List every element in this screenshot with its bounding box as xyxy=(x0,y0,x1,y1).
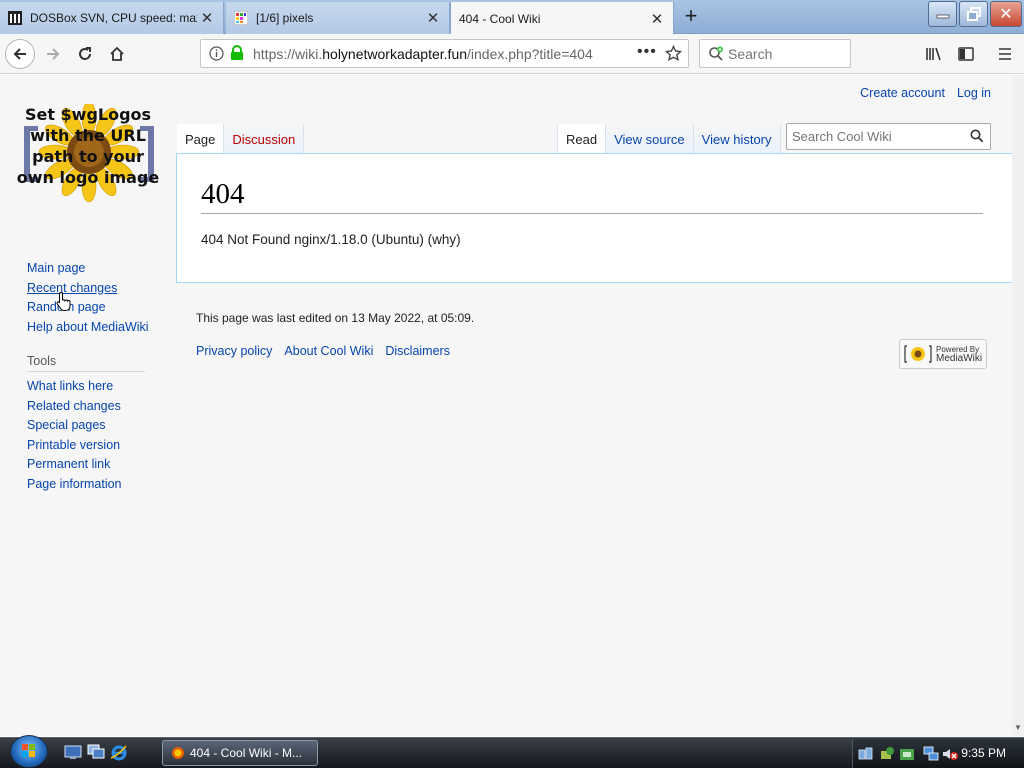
home-button[interactable] xyxy=(102,39,132,69)
library-button[interactable] xyxy=(919,39,949,69)
close-icon[interactable]: ✕ xyxy=(423,9,443,27)
volume-muted-icon[interactable] xyxy=(941,745,959,768)
new-tab-button[interactable]: + xyxy=(678,3,704,29)
taskbar-window-title: 404 - Cool Wiki - M... xyxy=(190,746,303,760)
url-text: https://wiki.holynetworkadapter.fun/inde… xyxy=(253,45,593,62)
reload-button[interactable] xyxy=(70,39,100,69)
reload-icon xyxy=(79,47,91,60)
menu-button[interactable] xyxy=(990,39,1020,69)
privacy-policy-link[interactable]: Privacy policy xyxy=(196,344,272,358)
log-in-link[interactable]: Log in xyxy=(957,86,991,100)
sidebar-icon xyxy=(958,47,974,61)
footer-links: Privacy policy About Cool Wiki Disclaime… xyxy=(196,344,450,358)
browser-search-box[interactable] xyxy=(699,39,851,68)
network-icon[interactable] xyxy=(858,746,874,767)
address-bar[interactable]: https://wiki.holynetworkadapter.fun/inde… xyxy=(200,39,689,68)
taskbar-window-button[interactable]: 404 - Cool Wiki - M... xyxy=(162,740,318,766)
tools-heading: Tools xyxy=(27,354,145,372)
windows-logo-icon xyxy=(22,744,35,757)
wiki-search-input[interactable] xyxy=(792,129,967,144)
library-icon xyxy=(926,47,941,61)
scroll-down-arrow-icon[interactable]: ▼ xyxy=(1014,723,1022,732)
sidebar-item-related-changes[interactable]: Related changes xyxy=(27,397,122,417)
bookmark-star-icon[interactable] xyxy=(664,44,683,67)
tab-view-history[interactable]: View history xyxy=(693,124,781,154)
namespace-tabs: Page Discussion xyxy=(177,124,305,154)
browser-tab-title: [1/6] pixels xyxy=(256,11,314,25)
sidebar-item-help[interactable]: Help about MediaWiki xyxy=(27,318,149,338)
arrow-right-icon xyxy=(47,48,60,60)
browser-tab-cool-wiki[interactable]: 404 - Cool Wiki ✕ xyxy=(450,2,674,35)
tab-read[interactable]: Read xyxy=(557,124,607,154)
building-columns-icon xyxy=(8,11,22,25)
minimize-button[interactable] xyxy=(928,1,957,27)
start-button[interactable] xyxy=(10,735,48,768)
disclaimers-link[interactable]: Disclaimers xyxy=(385,344,450,358)
powered-by-mediawiki-badge[interactable]: Powered By MediaWiki xyxy=(899,339,987,369)
sidebar-tools: What links here Related changes Special … xyxy=(27,377,122,494)
tab-strip: DOSBox SVN, CPU speed: max 100% cycles ✕… xyxy=(0,0,1024,35)
sidebar-item-permanent-link[interactable]: Permanent link xyxy=(27,455,122,475)
hamburger-menu-icon xyxy=(999,48,1011,60)
browser-search-input[interactable] xyxy=(728,45,838,62)
mediawiki-logo-icon xyxy=(904,343,932,365)
powered-by-text: Powered By MediaWiki xyxy=(936,345,983,364)
tab-discussion[interactable]: Discussion xyxy=(224,124,305,154)
page-actions-button[interactable]: ••• xyxy=(637,43,657,61)
sidebar-toggle-button[interactable] xyxy=(951,39,981,69)
hand-pointer-cursor-icon xyxy=(56,291,72,311)
info-icon[interactable] xyxy=(209,46,224,66)
browser-tab-pixels[interactable]: [1/6] pixels ✕ xyxy=(226,2,450,34)
navigation-toolbar: https://wiki.holynetworkadapter.fun/inde… xyxy=(0,34,1024,74)
page-title: 404 xyxy=(201,178,983,214)
forward-button[interactable] xyxy=(38,39,68,69)
sidebar-item-page-information[interactable]: Page information xyxy=(27,475,122,495)
browser-tab-title: 404 - Cool Wiki xyxy=(459,11,541,26)
sidebar-item-main-page[interactable]: Main page xyxy=(27,259,149,279)
sidebar-item-printable-version[interactable]: Printable version xyxy=(27,436,122,456)
sidebar-item-random-page[interactable]: Random page xyxy=(27,298,149,318)
search-icon xyxy=(708,46,724,62)
search-icon[interactable] xyxy=(970,129,984,148)
tab-view-source[interactable]: View source xyxy=(606,124,694,154)
close-window-button[interactable]: ✕ xyxy=(990,1,1022,27)
page-body-text: 404 Not Found nginx/1.18.0 (Ubuntu) (why… xyxy=(201,232,461,247)
grid-icon xyxy=(234,11,248,25)
lock-icon[interactable] xyxy=(230,45,244,66)
logo-placeholder-text: Set $wgLogos with the URL path to your o… xyxy=(16,105,160,187)
safely-remove-hardware-icon[interactable] xyxy=(879,746,895,767)
wiki-search-box[interactable] xyxy=(786,123,991,150)
vertical-scrollbar[interactable]: ▼ xyxy=(1012,75,1024,736)
tab-page[interactable]: Page xyxy=(177,124,225,154)
show-desktop-icon[interactable] xyxy=(64,744,82,760)
firefox-icon xyxy=(171,746,185,760)
internet-explorer-icon[interactable] xyxy=(110,744,128,761)
taskbar-clock: 9:35 PM xyxy=(961,746,1006,760)
personal-tools: Create account Log in xyxy=(860,86,991,100)
sidebar-item-special-pages[interactable]: Special pages xyxy=(27,416,122,436)
restore-button[interactable] xyxy=(959,1,988,27)
window-controls: ✕ xyxy=(926,1,1022,27)
close-icon[interactable]: ✕ xyxy=(197,9,217,27)
arrow-left-icon xyxy=(13,48,26,60)
security-center-icon[interactable] xyxy=(899,746,915,767)
sidebar-navigation: Main page Recent changes Random page Hel… xyxy=(27,259,149,337)
browser-tab-dosbox[interactable]: DOSBox SVN, CPU speed: max 100% cycles ✕ xyxy=(0,2,224,34)
browser-tab-title: DOSBox SVN, CPU speed: max 100% cycles xyxy=(30,11,197,25)
create-account-link[interactable]: Create account xyxy=(860,86,945,100)
last-modified-text: This page was last edited on 13 May 2022… xyxy=(196,311,475,325)
switch-windows-icon[interactable] xyxy=(87,744,105,760)
network-connection-icon[interactable] xyxy=(923,746,939,767)
sidebar-item-recent-changes[interactable]: Recent changes xyxy=(27,279,149,299)
sidebar-item-what-links-here[interactable]: What links here xyxy=(27,377,122,397)
about-link[interactable]: About Cool Wiki xyxy=(284,344,373,358)
content-area: 404 404 Not Found nginx/1.18.0 (Ubuntu) … xyxy=(176,153,1012,283)
back-button[interactable] xyxy=(5,39,35,69)
home-icon xyxy=(110,46,124,61)
view-tabs: Read View source View history xyxy=(557,124,781,154)
close-icon[interactable]: ✕ xyxy=(647,10,667,28)
